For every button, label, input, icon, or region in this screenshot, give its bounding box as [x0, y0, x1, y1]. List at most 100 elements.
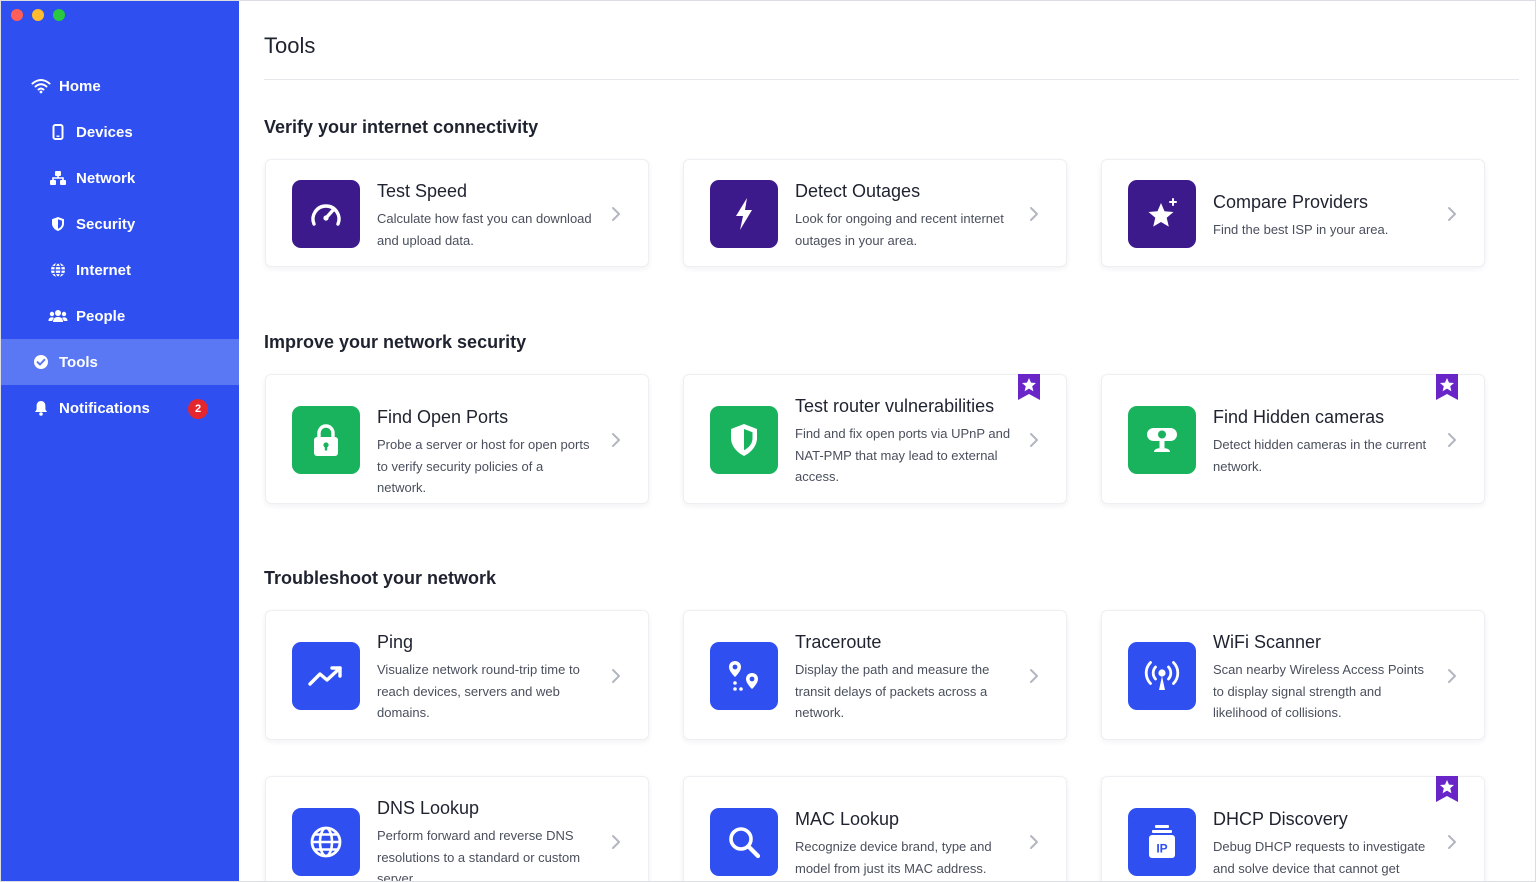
notification-count-badge: 2	[188, 399, 208, 419]
sidebar-item-notifications[interactable]: Notifications 2	[1, 385, 239, 431]
tool-card-test-speed[interactable]: Test Speed Calculate how fast you can do…	[265, 159, 649, 267]
tool-description: Detect hidden cameras in the current net…	[1213, 437, 1427, 474]
tool-name: Detect Outages	[795, 181, 921, 201]
tool-card-traceroute[interactable]: Traceroute Display the path and measure …	[683, 610, 1067, 740]
sidebar-item-label: Devices	[76, 123, 133, 141]
tool-description: Display the path and measure the transit…	[795, 662, 990, 720]
network-icon	[48, 168, 68, 188]
camera-icon	[1128, 406, 1196, 474]
sidebar-item-label: People	[76, 307, 126, 325]
broadcast-icon	[1128, 642, 1196, 710]
sidebar-item-tools[interactable]: Tools	[1, 339, 239, 385]
tool-card-detect-outages[interactable]: Detect Outages Look for ongoing and rece…	[683, 159, 1067, 267]
tool-name: Test Speed	[377, 181, 468, 201]
tool-description: Probe a server or host for open ports to…	[377, 437, 590, 495]
zoom-window-button[interactable]	[53, 9, 65, 21]
chevron-right-icon	[612, 207, 620, 221]
sidebar-item-devices[interactable]: Devices	[1, 109, 239, 155]
tool-name: DNS Lookup	[377, 798, 480, 818]
tool-card-dns-lookup[interactable]: DNS Lookup Perform forward and reverse D…	[265, 776, 649, 882]
search-icon	[710, 808, 778, 876]
globe-icon	[292, 808, 360, 876]
minimize-window-button[interactable]	[32, 9, 44, 21]
main-content: Tools Verify your internet connectivity …	[239, 1, 1535, 881]
section-title-security: Improve your network security	[264, 332, 527, 352]
svg-text:IP: IP	[1156, 842, 1167, 856]
sidebar-item-home[interactable]: Home	[1, 63, 239, 109]
shield-icon	[710, 406, 778, 474]
sidebar-item-network[interactable]: Network	[1, 155, 239, 201]
close-window-button[interactable]	[11, 9, 23, 21]
chevron-right-icon	[1448, 207, 1456, 221]
chevron-right-icon	[1448, 669, 1456, 683]
tool-card-mac-lookup[interactable]: MAC Lookup Recognize device brand, type …	[683, 776, 1067, 881]
tool-description: Find the best ISP in your area.	[1213, 222, 1389, 237]
ip-icon: IP	[1128, 808, 1196, 876]
tool-card-ping[interactable]: Ping Visualize network round-trip time t…	[265, 610, 649, 740]
tool-name: Traceroute	[795, 632, 882, 652]
chevron-right-icon	[1030, 207, 1038, 221]
lightning-icon	[710, 180, 778, 248]
chevron-right-icon	[612, 669, 620, 683]
globe-icon	[48, 260, 68, 280]
shield-icon	[48, 214, 68, 234]
tool-description: Debug DHCP requests to investigate and s…	[1213, 839, 1426, 876]
chevron-right-icon	[612, 433, 620, 447]
tool-description: Recognize device brand, type and model f…	[795, 839, 992, 876]
sidebar-item-label: Home	[59, 77, 101, 95]
sidebar-item-people[interactable]: People	[1, 293, 239, 339]
tool-description: Perform forward and reverse DNS resoluti…	[377, 828, 581, 882]
chevron-right-icon	[612, 835, 620, 849]
title-divider	[264, 79, 1519, 80]
phone-icon	[48, 122, 68, 142]
check-circle-icon	[31, 352, 51, 372]
section-title-troubleshoot: Troubleshoot your network	[264, 568, 497, 588]
sidebar-nav: Home Devices Network Security Internet P…	[1, 63, 239, 431]
tool-card-wifi-scanner[interactable]: WiFi Scanner Scan nearby Wireless Access…	[1101, 610, 1485, 740]
tool-card-compare-providers[interactable]: Compare Providers Find the best ISP in y…	[1101, 159, 1485, 267]
sidebar-item-label: Notifications	[59, 399, 150, 417]
tool-name: Compare Providers	[1213, 192, 1369, 212]
tool-name: DHCP Discovery	[1213, 809, 1348, 829]
people-icon	[48, 306, 68, 326]
chevron-right-icon	[1030, 669, 1038, 683]
section-title-connectivity: Verify your internet connectivity	[264, 117, 539, 137]
sidebar-item-security[interactable]: Security	[1, 201, 239, 247]
tool-description: Look for ongoing and recent internet out…	[795, 211, 1004, 248]
sidebar: Home Devices Network Security Internet P…	[1, 1, 239, 881]
tool-description: Calculate how fast you can download and …	[377, 211, 592, 248]
tool-description: Scan nearby Wireless Access Points to di…	[1213, 662, 1424, 720]
trend-up-icon	[292, 642, 360, 710]
premium-star-icon	[1436, 374, 1458, 400]
tool-description: Visualize network round-trip time to rea…	[377, 662, 580, 720]
chevron-right-icon	[1448, 835, 1456, 849]
wifi-icon	[31, 76, 51, 96]
window-controls	[11, 9, 65, 21]
chevron-right-icon	[1030, 433, 1038, 447]
chevron-right-icon	[1030, 835, 1038, 849]
page-title: Tools	[264, 33, 316, 58]
bell-icon	[31, 398, 51, 418]
sidebar-item-label: Internet	[76, 261, 132, 279]
tool-card-dhcp-discovery[interactable]: IP DHCP Discovery Debug DHCP requests to…	[1101, 776, 1485, 881]
sidebar-item-label: Network	[76, 169, 136, 187]
sidebar-item-internet[interactable]: Internet	[1, 247, 239, 293]
app-window: Home Devices Network Security Internet P…	[0, 0, 1536, 882]
premium-star-icon	[1018, 374, 1040, 400]
tool-name: WiFi Scanner	[1213, 632, 1322, 652]
route-icon	[710, 642, 778, 710]
premium-star-icon	[1436, 776, 1458, 802]
tool-name: Find Open Ports	[377, 407, 509, 427]
tool-name: Test router vulnerabilities	[795, 396, 995, 416]
tool-description: Find and fix open ports via UPnP and NAT…	[795, 426, 1011, 484]
tool-name: Find Hidden cameras	[1213, 407, 1385, 427]
sidebar-item-label: Security	[76, 215, 136, 233]
tool-card-find-open-ports[interactable]: Find Open Ports Probe a server or host f…	[265, 374, 649, 504]
tool-card-test-router-vulnerabilities[interactable]: Test router vulnerabilities Find and fix…	[683, 374, 1067, 504]
tool-card-find-hidden-cameras[interactable]: Find Hidden cameras Detect hidden camera…	[1101, 374, 1485, 504]
lock-icon	[292, 406, 360, 474]
star-sparkle-icon	[1128, 180, 1196, 248]
tool-name: MAC Lookup	[795, 809, 900, 829]
speedometer-icon	[292, 180, 360, 248]
chevron-right-icon	[1448, 433, 1456, 447]
